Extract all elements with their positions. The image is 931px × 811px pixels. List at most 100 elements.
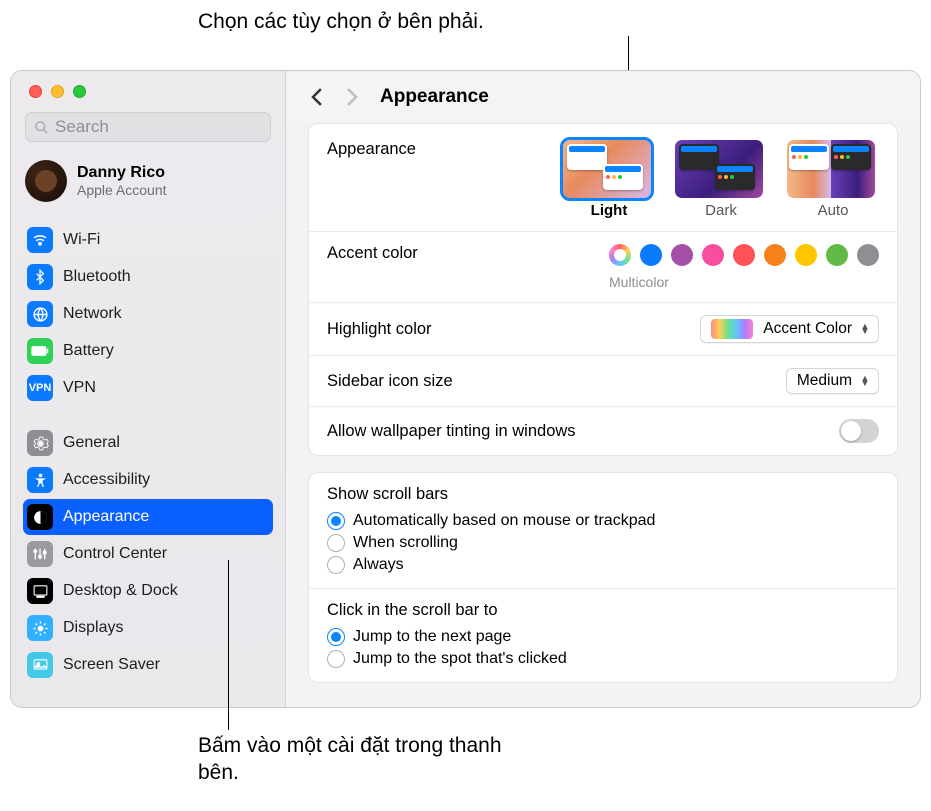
radio-icon [327,650,345,668]
search-icon [34,120,49,135]
theme-label: Light [563,202,655,219]
accent-sub: Multicolor [609,274,879,290]
accent-green[interactable] [826,244,848,266]
theme-label: Auto [787,202,879,219]
chevron-updown-icon: ▲▼ [858,376,872,386]
sidebar-item-accessibility[interactable]: Accessibility [23,462,273,498]
settings-window: Search Danny Rico Apple Account Wi-Fi Blu… [10,70,921,708]
highlight-label: Highlight color [327,320,680,339]
sidebar-item-label: Network [63,305,122,323]
sidebar-size-select[interactable]: Medium ▲▼ [786,368,879,394]
sidebar-item-battery[interactable]: Battery [23,333,273,369]
close-button[interactable] [29,85,42,98]
sidebar-item-label: Accessibility [63,471,150,489]
theme-auto[interactable]: Auto [787,140,879,219]
radio-icon [327,534,345,552]
highlight-swatch [711,319,753,339]
sidebar-item-label: Displays [63,619,123,637]
sidebar-item-label: Screen Saver [63,656,160,674]
theme-dark[interactable]: Dark [675,140,767,219]
click-scroll-option[interactable]: Jump to the next page [327,626,879,648]
click-scroll-option[interactable]: Jump to the spot that's clicked [327,648,879,670]
sidebar-item-bluetooth[interactable]: Bluetooth [23,259,273,295]
appearance-label: Appearance [327,140,543,159]
accent-red[interactable] [733,244,755,266]
radio-label: Always [353,556,404,574]
wifi-icon [27,227,53,253]
accent-label: Accent color [327,244,589,263]
search-placeholder: Search [55,117,109,137]
accent-graphite[interactable] [857,244,879,266]
sidebar-item-vpn[interactable]: VPNVPN [23,370,273,406]
scrollbars-label: Show scroll bars [327,485,879,504]
content-header: Appearance [286,71,920,123]
search-input[interactable]: Search [25,112,271,142]
scrollbars-option[interactable]: When scrolling [327,532,879,554]
radio-icon [327,556,345,574]
content-pane: Appearance Appearance Light Dark Auto Acce… [286,71,920,707]
annotation-top: Chọn các tùy chọn ở bên phải. [198,8,548,35]
radio-label: Automatically based on mouse or trackpad [353,512,655,530]
account-row[interactable]: Danny Rico Apple Account [11,152,285,216]
window-controls [11,71,285,108]
scrollbars-option[interactable]: Automatically based on mouse or trackpad [327,510,879,532]
accent-pink[interactable] [702,244,724,266]
zoom-button[interactable] [73,85,86,98]
minimize-button[interactable] [51,85,64,98]
sidebar-item-screen-saver[interactable]: Screen Saver [23,647,273,683]
bluetooth-icon [27,264,53,290]
appearance-panel: Appearance Light Dark Auto Accent color Mu… [308,123,898,456]
appearance-options: Light Dark Auto [563,140,879,219]
accent-purple[interactable] [671,244,693,266]
forward-button[interactable] [340,88,362,106]
radio-label: Jump to the spot that's clicked [353,650,567,668]
page-title: Appearance [380,86,489,108]
accent-multicolor[interactable] [609,244,631,266]
network-icon [27,301,53,327]
sidebar-item-wi-fi[interactable]: Wi-Fi [23,222,273,258]
theme-light[interactable]: Light [563,140,655,219]
avatar [25,160,67,202]
sidebar-item-general[interactable]: General [23,425,273,461]
accent-blue[interactable] [640,244,662,266]
account-name: Danny Rico [77,164,167,182]
tinting-toggle[interactable] [839,419,879,443]
theme-thumb [563,140,651,198]
scrollbars-option[interactable]: Always [327,554,879,576]
accent-yellow[interactable] [795,244,817,266]
dock-icon [27,578,53,604]
sidebar-item-displays[interactable]: Displays [23,610,273,646]
sidebar-item-network[interactable]: Network [23,296,273,332]
theme-label: Dark [675,202,767,219]
sidebar-item-desktop-dock[interactable]: Desktop & Dock [23,573,273,609]
sidebar-size-label: Sidebar icon size [327,372,766,391]
annotation-line [228,560,229,730]
radio-icon [327,512,345,530]
sidebar-item-label: VPN [63,379,96,397]
highlight-select[interactable]: Accent Color ▲▼ [700,315,879,343]
highlight-value: Accent Color [763,320,852,338]
sidebar-item-label: Appearance [63,508,149,526]
sidebar-size-value: Medium [797,372,852,390]
sidebar-item-label: Control Center [63,545,167,563]
appear-icon [27,504,53,530]
sidebar-item-label: Battery [63,342,114,360]
scroll-panel: Show scroll bars Automatically based on … [308,472,898,683]
sidebar-item-control-center[interactable]: Control Center [23,536,273,572]
accent-swatches [609,244,879,266]
sidebar-item-label: Wi-Fi [63,231,100,249]
tinting-label: Allow wallpaper tinting in windows [327,422,819,441]
accent-orange[interactable] [764,244,786,266]
chevron-updown-icon: ▲▼ [858,324,872,334]
radio-icon [327,628,345,646]
click-scroll-label: Click in the scroll bar to [327,601,879,620]
sidebar-list: Wi-Fi Bluetooth Network Battery VPNVPN Genera… [11,216,285,707]
annotation-bottom: Bấm vào một cài đặt trong thanh bên. [198,732,548,787]
sidebar-item-label: Bluetooth [63,268,131,286]
gear-icon [27,430,53,456]
sidebar-item-appearance[interactable]: Appearance [23,499,273,535]
controls-icon [27,541,53,567]
sidebar: Search Danny Rico Apple Account Wi-Fi Blu… [11,71,286,707]
screensv-icon [27,652,53,678]
back-button[interactable] [306,88,328,106]
